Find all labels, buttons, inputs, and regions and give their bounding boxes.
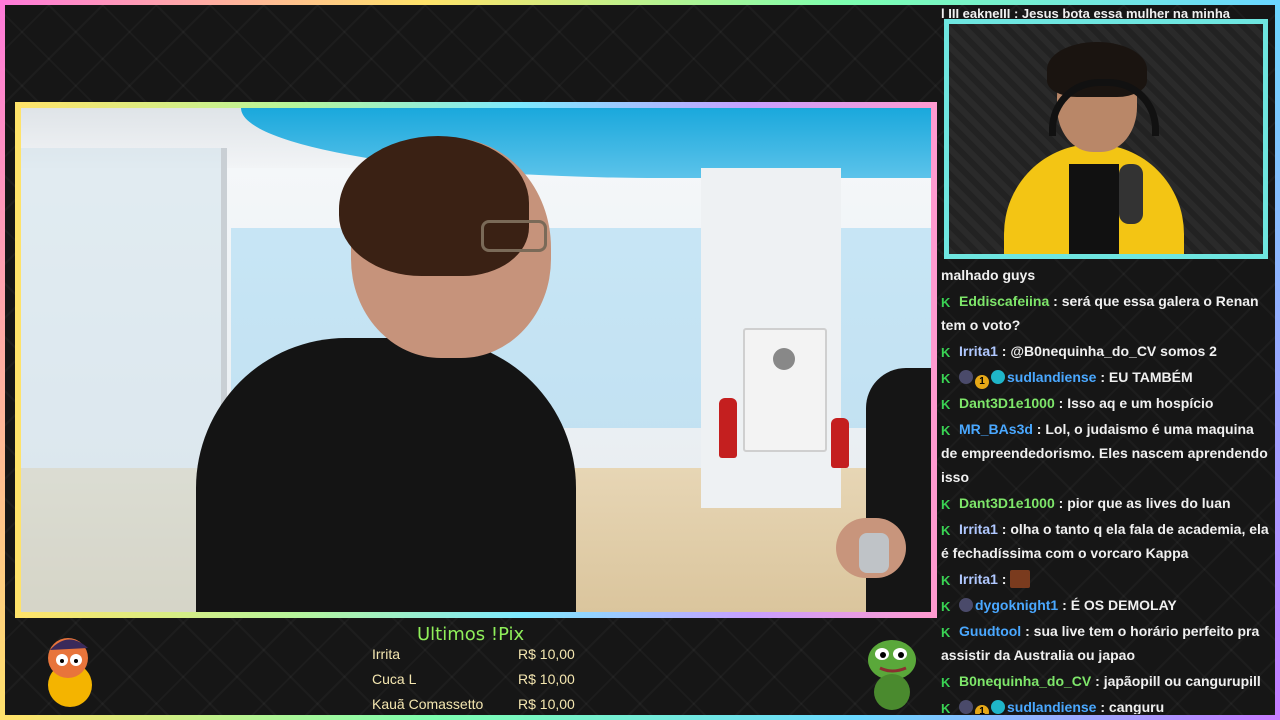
- chat-text: malhado guys: [941, 267, 1036, 283]
- person-hair: [339, 136, 529, 276]
- chat-message: K Guudtool : sua live tem o horário perfe…: [937, 618, 1273, 668]
- chat-separator: :: [1054, 395, 1068, 411]
- chat-panel[interactable]: malhado guys K Eddiscafeiina : será que es…: [937, 262, 1273, 714]
- chat-separator: :: [1021, 623, 1034, 639]
- gray-badge-icon: [959, 700, 973, 714]
- kick-badge-icon: K: [941, 423, 951, 438]
- chat-message: Kdygoknight1 : É OS DEMOLAY: [937, 592, 1273, 618]
- chat-username[interactable]: Eddiscafeiina: [959, 293, 1049, 309]
- chat-text: EU TAMBÉM: [1108, 369, 1193, 385]
- kick-badge-icon: K: [941, 573, 951, 588]
- pix-name: Irrita: [372, 646, 400, 662]
- kick-badge-icon: K: [941, 345, 951, 360]
- chat-username[interactable]: Irrita1: [959, 343, 998, 359]
- chat-text: japãopill ou cangurupill: [1103, 673, 1261, 689]
- pix-row: Cuca L R$ 10,00: [372, 671, 582, 687]
- chat-separator: :: [1058, 597, 1071, 613]
- chat-username[interactable]: dygoknight1: [975, 597, 1058, 613]
- chat-message: K Irrita1 : olha o tanto q ela fala de ac…: [937, 516, 1273, 566]
- kick-badge-icon: K: [941, 675, 951, 690]
- chat-message: K MR_BAs3d : Lol, o judaismo é uma maquin…: [937, 416, 1273, 490]
- chat-message: K 1 sudlandiense : canguru: [937, 694, 1273, 714]
- chat-message: K 1 sudlandiense : EU TAMBÉM: [937, 364, 1273, 390]
- pix-row: Kauã Comassetto R$ 10,00: [372, 696, 582, 712]
- chat-text: canguru: [1108, 699, 1165, 714]
- pix-amount: R$ 10,00: [518, 671, 575, 687]
- cyan-badge-icon: [991, 700, 1005, 714]
- pix-amount: R$ 10,00: [518, 696, 575, 712]
- chat-separator: :: [997, 343, 1011, 359]
- kick-badge-icon: K: [941, 397, 951, 412]
- chat-separator: :: [1096, 369, 1109, 385]
- kick-badge-icon: K: [941, 371, 951, 386]
- kick-badge-icon: K: [941, 599, 951, 614]
- kick-badge-icon: K: [941, 497, 951, 512]
- gold-badge-icon: 1: [975, 705, 989, 714]
- chat-message: malhado guys: [937, 262, 1273, 288]
- chat-message: K Irrita1 :: [937, 566, 1273, 592]
- chat-message: K Irrita1 : @B0nequinha_do_CV somos 2: [937, 338, 1273, 364]
- video-scene: [21, 108, 931, 612]
- chat-username[interactable]: Dant3D1e1000: [959, 395, 1055, 411]
- chat-username[interactable]: sudlandiense: [1007, 369, 1096, 385]
- chat-separator: :: [1096, 699, 1109, 714]
- chat-text: É OS DEMOLAY: [1070, 597, 1177, 613]
- chat-separator: :: [1054, 495, 1068, 511]
- pix-name: Cuca L: [372, 671, 417, 687]
- kick-badge-icon: K: [941, 625, 951, 640]
- chat-username[interactable]: Irrita1: [959, 571, 998, 587]
- second-person: [866, 368, 931, 612]
- pix-name: Kauã Comassetto: [372, 696, 484, 712]
- fire-hose-cabinet: [743, 328, 827, 452]
- pix-amount: R$ 10,00: [518, 646, 575, 662]
- chat-message: K Dant3D1e1000 : pior que as lives do lua…: [937, 490, 1273, 516]
- gold-badge-icon: 1: [975, 375, 989, 389]
- chat-separator: :: [1091, 673, 1104, 689]
- chat-text: pior que as lives do luan: [1067, 495, 1231, 511]
- pix-panel: Ultimos !Pix Irrita R$ 10,00 Cuca L R$ 1…: [360, 622, 590, 718]
- kick-badge-icon: K: [941, 701, 951, 714]
- chat-separator: :: [1032, 421, 1046, 437]
- chat-emote-icon: [1010, 570, 1031, 588]
- gray-badge-icon: [959, 370, 973, 384]
- pix-title: Ultimos !Pix: [417, 624, 525, 645]
- fire-extinguisher: [719, 398, 737, 458]
- wrist-watch: [859, 533, 889, 573]
- gray-badge-icon: [959, 598, 973, 612]
- pix-row: Irrita R$ 10,00: [372, 646, 582, 662]
- chat-separator: :: [1049, 293, 1062, 309]
- pepe-frog-icon: [868, 640, 916, 710]
- chat-message: K Eddiscafeiina : será que essa galera o …: [937, 288, 1273, 338]
- microphone: [1119, 164, 1143, 224]
- person-shirt: [196, 338, 576, 612]
- kick-badge-icon: K: [941, 523, 951, 538]
- chat-text: @B0nequinha_do_CV somos 2: [1010, 343, 1217, 359]
- streamer-shirt: [1069, 164, 1119, 254]
- cartoon-mascot-icon: [48, 638, 92, 707]
- chat-message: K B0nequinha_do_CV : japãopill ou canguru…: [937, 668, 1273, 694]
- chat-separator: :: [997, 571, 1011, 587]
- chat-username[interactable]: Dant3D1e1000: [959, 495, 1055, 511]
- chat-username[interactable]: Guudtool: [959, 623, 1021, 639]
- chat-text: Isso aq e um hospício: [1067, 395, 1214, 411]
- chat-message: K Dant3D1e1000 : Isso aq e um hospício: [937, 390, 1273, 416]
- chat-username[interactable]: Irrita1: [959, 521, 998, 537]
- chat-username[interactable]: B0nequinha_do_CV: [959, 673, 1091, 689]
- person-glasses: [481, 220, 547, 252]
- chat-username[interactable]: MR_BAs3d: [959, 421, 1033, 437]
- main-video: [15, 102, 937, 618]
- chat-separator: :: [997, 521, 1011, 537]
- chat-username[interactable]: sudlandiense: [1007, 699, 1096, 714]
- kick-badge-icon: K: [941, 295, 951, 310]
- cyan-badge-icon: [991, 370, 1005, 384]
- streamer-webcam: [944, 19, 1268, 259]
- fire-extinguisher-2: [831, 418, 849, 468]
